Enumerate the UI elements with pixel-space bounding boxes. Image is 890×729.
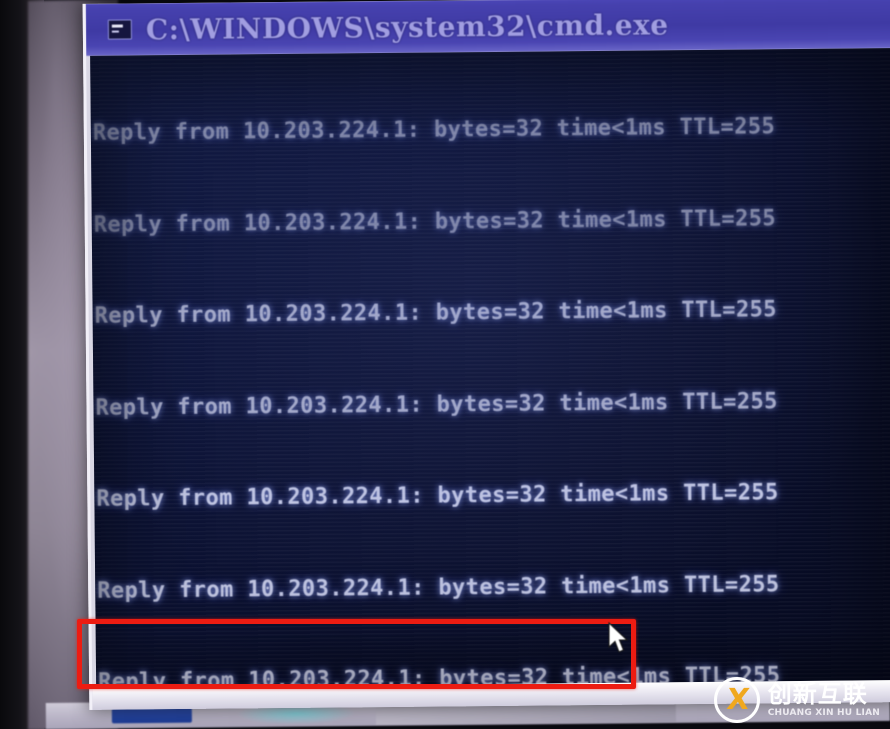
watermark: X 创新互联 CHUANG XIN HU LIAN <box>713 677 880 723</box>
cmd-window[interactable]: C:\WINDOWS\system32\cmd.exe Reply from 1… <box>82 0 890 710</box>
mouse-cursor-icon <box>608 622 629 653</box>
watermark-pinyin: CHUANG XIN HU LIAN <box>767 708 880 718</box>
window-frame: C:\WINDOWS\system32\cmd.exe Reply from 1… <box>82 0 890 710</box>
watermark-logo-icon: X <box>713 677 760 723</box>
window-title: C:\WINDOWS\system32\cmd.exe <box>145 7 669 46</box>
window-titlebar[interactable]: C:\WINDOWS\system32\cmd.exe <box>85 0 890 56</box>
ping-reply-line: Reply from 10.203.224.1: bytes=32 time<1… <box>93 205 777 238</box>
ping-reply-line: Reply from 10.203.224.1: bytes=32 time<1… <box>92 114 776 146</box>
watermark-text: 创新互联 CHUANG XIN HU LIAN <box>768 682 880 718</box>
ping-reply-line: Reply from 10.203.224.1: bytes=32 time<1… <box>96 480 779 512</box>
taskbar-start-button[interactable] <box>111 707 192 724</box>
watermark-chinese: 创新互联 <box>767 680 868 708</box>
monitor-photo: 系 统 自 定 u0 C:\WINDOWS\system32\cmd.exe R… <box>0 0 890 729</box>
watermark-logo-letter: X <box>724 681 751 716</box>
ping-reply-line: Reply from 10.203.224.1: bytes=32 time<1… <box>95 388 778 421</box>
ping-reply-line: Reply from 10.203.224.1: bytes=32 time<1… <box>94 297 777 329</box>
ping-reply-line: Reply from 10.203.224.1: bytes=32 time<1… <box>97 571 780 604</box>
console-output-area[interactable]: Reply from 10.203.224.1: bytes=32 time<1… <box>90 48 890 688</box>
console-text: Reply from 10.203.224.1: bytes=32 time<1… <box>90 48 890 688</box>
cmd-console-icon <box>107 19 132 40</box>
red-highlight-box <box>77 619 636 689</box>
